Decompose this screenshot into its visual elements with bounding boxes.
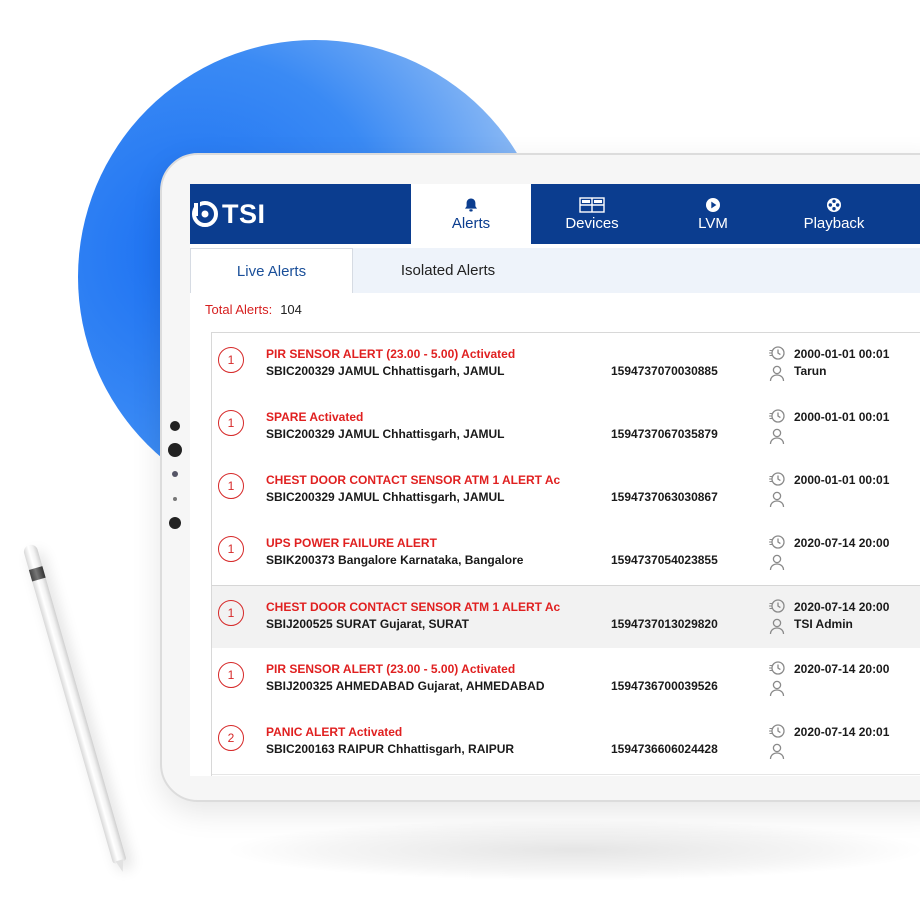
camera-dot [170,421,180,431]
sensor-dot-small [173,497,177,501]
alert-site: SBIJ200525 SURAT Gujarat, SURAT [266,617,469,631]
alert-timestamp: 2000-01-01 00:01 [794,473,890,487]
clock-icon [768,470,786,488]
alert-row[interactable]: 1 PIR SENSOR ALERT (23.00 - 5.00) Activat… [212,333,920,397]
alert-row[interactable]: 1 CHEST DOOR CONTACT SENSOR ATM 1 ALERT A… [212,585,920,650]
tablet-shadow [230,820,920,880]
alert-timestamp: 2020-07-14 20:00 [794,536,890,550]
alert-row[interactable]: 1 PIR SENSOR ALERT (23.00 - 5.00) Activat… [212,648,920,712]
total-alerts-label: Total Alerts: [205,302,273,317]
alert-timestamp: 2020-07-14 20:00 [794,662,890,676]
alert-row[interactable]: 1 SPARE Activated SBIC200329 JAMUL Chhatti… [212,396,920,460]
tab-alerts-label: Alerts [451,214,491,232]
alert-user: Tarun [794,364,827,378]
tab-alerts[interactable]: Alerts [411,184,531,244]
alert-count-badge: 1 [218,662,244,688]
alert-timestamp: 2000-01-01 00:01 [794,347,890,361]
alert-list: 1 PIR SENSOR ALERT (23.00 - 5.00) Activat… [211,332,920,776]
sensor-dot [172,471,178,477]
clock-icon [768,722,786,740]
alert-title: CHEST DOOR CONTACT SENSOR ATM 1 ALERT Ac [266,473,561,487]
alert-id: 1594737063030867 [611,490,718,504]
user-icon [768,364,786,382]
alert-row[interactable]: 1 UPS POWER FAILURE ALERT SBIK200373 Banga… [212,522,920,586]
app-screen: TSI Alerts Devices LVM Playback Live Ale… [190,184,920,776]
alert-id: 1594737013029820 [611,617,718,631]
subtab-isolated-alerts[interactable]: Isolated Alerts [353,248,543,293]
clock-icon [768,344,786,362]
clock-icon [768,407,786,425]
alert-timestamp: 2020-07-14 20:01 [794,725,890,739]
stylus-band [28,566,46,582]
alert-id: 1594737070030885 [611,364,718,378]
alert-site: SBIC200329 JAMUL Chhattisgarh, JAMUL [266,427,505,441]
alert-count-badge: 1 [218,600,244,626]
stylus-pencil [22,543,127,873]
alert-id: 1594737067035879 [611,427,718,441]
alert-site: SBIK200373 Bangalore Karnataka, Bangalor… [266,553,524,567]
alert-site: SBIC200163 RAIPUR Chhattisgarh, RAIPUR [266,742,515,756]
tab-lvm[interactable]: LVM [653,184,773,244]
alert-title: UPS POWER FAILURE ALERT [266,536,437,550]
alert-site: SBIC200329 JAMUL Chhattisgarh, JAMUL [266,490,505,504]
tab-lvm-label: LVM [698,214,728,232]
play-circle-icon [706,197,720,212]
user-icon [768,617,786,635]
tab-playback-label: Playback [803,214,865,232]
alert-id: 1594737054023855 [611,553,718,567]
user-icon [768,742,786,760]
user-icon [768,553,786,571]
alert-timestamp: 2000-01-01 00:01 [794,410,890,424]
clock-icon [768,597,786,615]
alert-timestamp: 2020-07-14 20:00 [794,600,890,614]
alert-title: PIR SENSOR ALERT (23.00 - 5.00) Activate… [266,347,516,361]
alert-id: 1594736700039526 [611,679,718,693]
camera-lens [168,443,182,457]
tab-devices[interactable]: Devices [532,184,652,244]
alert-id: 1594736606024428 [611,742,718,756]
tsi-logo-icon [192,201,218,227]
alert-row[interactable]: 2 PANIC ALERT Activated SBIC200163 RAIPUR … [212,711,920,775]
alert-count-badge: 2 [218,725,244,751]
alert-row[interactable]: 1 CHEST DOOR CONTACT SENSOR ATM 1 ALERT A… [212,459,920,523]
alert-subtabs: Live Alerts Isolated Alerts [190,248,920,293]
alert-user: TSI Admin [794,617,853,631]
film-reel-icon [827,197,841,212]
stylus-tip [115,859,127,873]
user-icon [768,490,786,508]
tab-devices-label: Devices [565,214,619,232]
tsi-logo: TSI [192,197,266,231]
clock-icon [768,659,786,677]
grid-icon [579,196,605,213]
alert-count-badge: 1 [218,536,244,562]
tab-playback[interactable]: Playback [774,184,894,244]
user-icon [768,679,786,697]
alert-site: SBIJ200325 AHMEDABAD Gujarat, AHMEDABAD [266,679,545,693]
subtab-live-alerts[interactable]: Live Alerts [190,248,353,293]
alert-count-badge: 1 [218,473,244,499]
alert-title: CHEST DOOR CONTACT SENSOR ATM 1 ALERT Ac [266,600,561,614]
alert-site: SBIC200329 JAMUL Chhattisgarh, JAMUL [266,364,505,378]
alert-title: SPARE Activated [266,410,364,424]
total-alerts: Total Alerts: 104 [205,302,302,317]
logo-text: TSI [222,198,266,229]
alert-title: PANIC ALERT Activated [266,725,403,739]
alert-count-badge: 1 [218,410,244,436]
clock-icon [768,533,786,551]
total-alerts-value: 104 [280,302,302,317]
top-navbar: TSI Alerts Devices LVM Playback [190,184,920,244]
bell-icon [465,198,477,211]
flash-dot [169,517,181,529]
alert-count-badge: 1 [218,347,244,373]
alert-title: PIR SENSOR ALERT (23.00 - 5.00) Activate… [266,662,516,676]
user-icon [768,427,786,445]
